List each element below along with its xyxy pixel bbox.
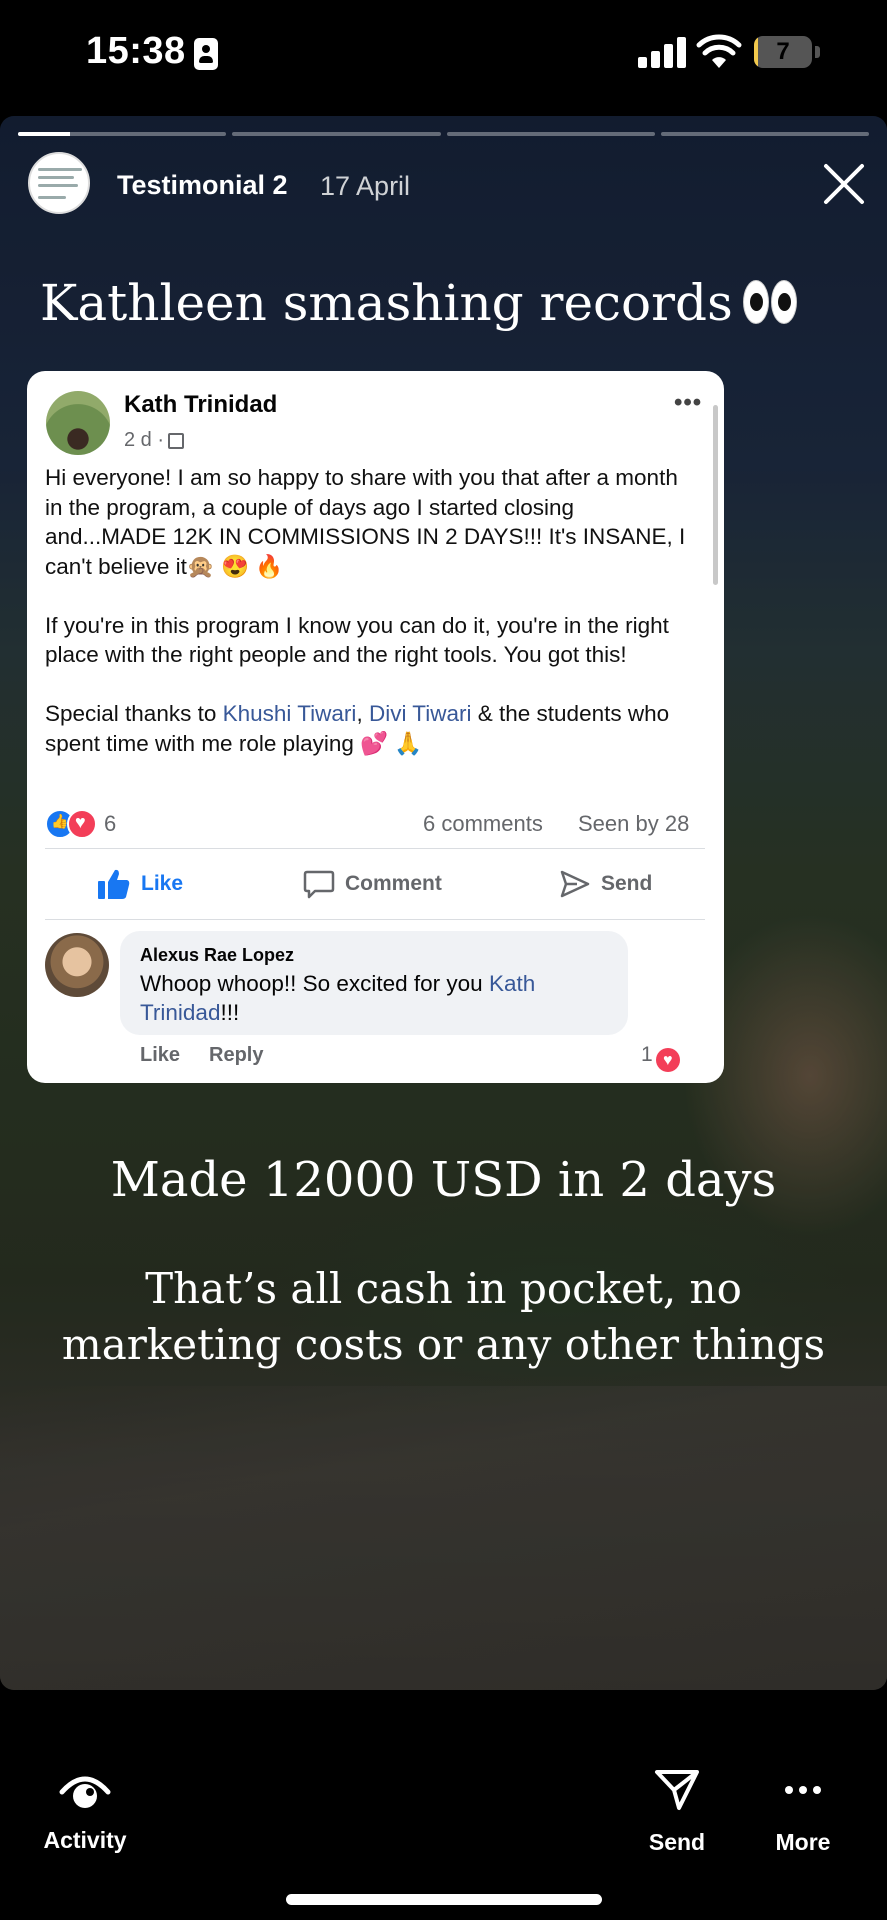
post-paragraph-3: Special thanks to Khushi Tiwari, Divi Ti… bbox=[45, 699, 695, 758]
comment-suffix: !!! bbox=[220, 1000, 240, 1025]
battery-icon: 7 bbox=[754, 36, 812, 68]
story-caption-line-2: marketing costs or any other things bbox=[61, 1320, 826, 1369]
more-options-icon: ••• bbox=[674, 389, 703, 416]
comment-text: Whoop whoop!! So excited for you Kath Tr… bbox=[140, 969, 610, 1027]
wifi-icon bbox=[696, 34, 742, 68]
post-paragraph-2: If you're in this program I know you can… bbox=[45, 612, 669, 668]
reaction-icons bbox=[45, 809, 101, 839]
thanks-text: Special thanks to bbox=[45, 701, 217, 726]
comment-label: Comment bbox=[345, 872, 442, 895]
seen-by-count: Seen by 28 bbox=[578, 811, 690, 836]
status-bar: 15:38 7 bbox=[0, 0, 887, 110]
cellular-signal-icon bbox=[638, 36, 686, 68]
close-icon[interactable] bbox=[820, 160, 868, 208]
like-button: Like bbox=[97, 859, 183, 909]
story-progress-fill bbox=[18, 132, 71, 136]
story-viewer[interactable]: Testimonial 2 17 April Kathleen smashing… bbox=[0, 116, 887, 1690]
activity-button[interactable]: Activity bbox=[36, 1768, 134, 1854]
comment-bubble: Alexus Rae Lopez Whoop whoop!! So excite… bbox=[120, 931, 628, 1035]
story-earnings-text: Made 12000 USD in 2 days bbox=[110, 1152, 777, 1208]
avatar bbox=[46, 391, 110, 455]
send-arrow-icon bbox=[560, 870, 590, 898]
commenter-name: Alexus Rae Lopez bbox=[140, 945, 295, 965]
more-label: More bbox=[775, 1829, 831, 1855]
love-reaction-icon bbox=[67, 809, 97, 839]
comment-like-link: Like bbox=[140, 1044, 181, 1066]
send-story-button[interactable]: Send bbox=[640, 1768, 714, 1856]
story-action-bar: Activity Send More bbox=[0, 1710, 887, 1920]
story-progress-segment bbox=[660, 132, 869, 136]
battery-cap bbox=[815, 46, 820, 58]
reaction-count: 6 bbox=[104, 811, 117, 836]
send-label: Send bbox=[601, 872, 653, 895]
activity-eye-icon bbox=[59, 1776, 111, 1808]
send-label: Send bbox=[648, 1829, 706, 1855]
clock: 15:38 bbox=[86, 30, 186, 72]
home-indicator[interactable] bbox=[286, 1894, 602, 1905]
divider bbox=[45, 848, 705, 849]
love-reaction-icon: ♥ bbox=[655, 1048, 680, 1072]
story-title[interactable]: Testimonial 2 bbox=[117, 170, 288, 201]
contact-card-icon bbox=[194, 38, 218, 70]
comment-reactions: 1 ♥ bbox=[641, 1043, 680, 1072]
story-headline: Kathleen smashing records bbox=[40, 274, 860, 332]
send-paper-plane-icon bbox=[655, 1770, 699, 1810]
comment-button: Comment bbox=[303, 859, 442, 909]
scrollbar bbox=[713, 405, 718, 585]
story-progress-segment bbox=[232, 132, 441, 136]
more-dots-icon bbox=[785, 1786, 821, 1794]
separator-text: , bbox=[356, 701, 363, 726]
battery-percentage: 7 bbox=[776, 38, 790, 65]
story-progress-segment bbox=[18, 132, 227, 136]
comment-body: Whoop whoop!! So excited for you bbox=[140, 971, 483, 996]
group-icon bbox=[168, 433, 185, 449]
comments-count: 6 comments bbox=[423, 811, 543, 836]
activity-label: Activity bbox=[43, 1827, 127, 1853]
post-body: Hi everyone! I am so happy to share with… bbox=[45, 463, 695, 758]
headline-text: Kathleen smashing records bbox=[40, 274, 733, 332]
story-avatar[interactable] bbox=[28, 152, 90, 214]
comment-reply-link: Reply bbox=[209, 1044, 264, 1066]
story-caption-line-1: That’s all cash in pocket, no bbox=[145, 1264, 742, 1313]
like-label: Like bbox=[141, 872, 184, 895]
post-meta: 2 d · bbox=[124, 429, 185, 452]
mention-divi-tiwari: Divi Tiwari bbox=[368, 701, 472, 726]
eyes-emoji-icon bbox=[741, 280, 797, 324]
more-button[interactable]: More bbox=[764, 1768, 842, 1856]
thumbs-up-icon bbox=[98, 869, 130, 899]
post-author: Kath Trinidad bbox=[124, 391, 278, 418]
story-progress-segment bbox=[446, 132, 655, 136]
comment-reaction-count: 1 bbox=[641, 1043, 653, 1066]
commenter-avatar bbox=[45, 933, 109, 997]
post-paragraph-1: Hi everyone! I am so happy to share with… bbox=[45, 465, 686, 579]
mention-khushi-tiwari: Khushi Tiwari bbox=[222, 701, 357, 726]
story-date: 17 April bbox=[320, 171, 411, 201]
send-button: Send bbox=[559, 859, 652, 909]
facebook-post-screenshot: Kath Trinidad 2 d · ••• Hi everyone! I a… bbox=[27, 371, 724, 1083]
divider bbox=[45, 919, 705, 920]
comment-icon bbox=[303, 870, 335, 899]
story-progress-bar bbox=[18, 132, 869, 137]
post-time: 2 d · bbox=[124, 429, 165, 451]
